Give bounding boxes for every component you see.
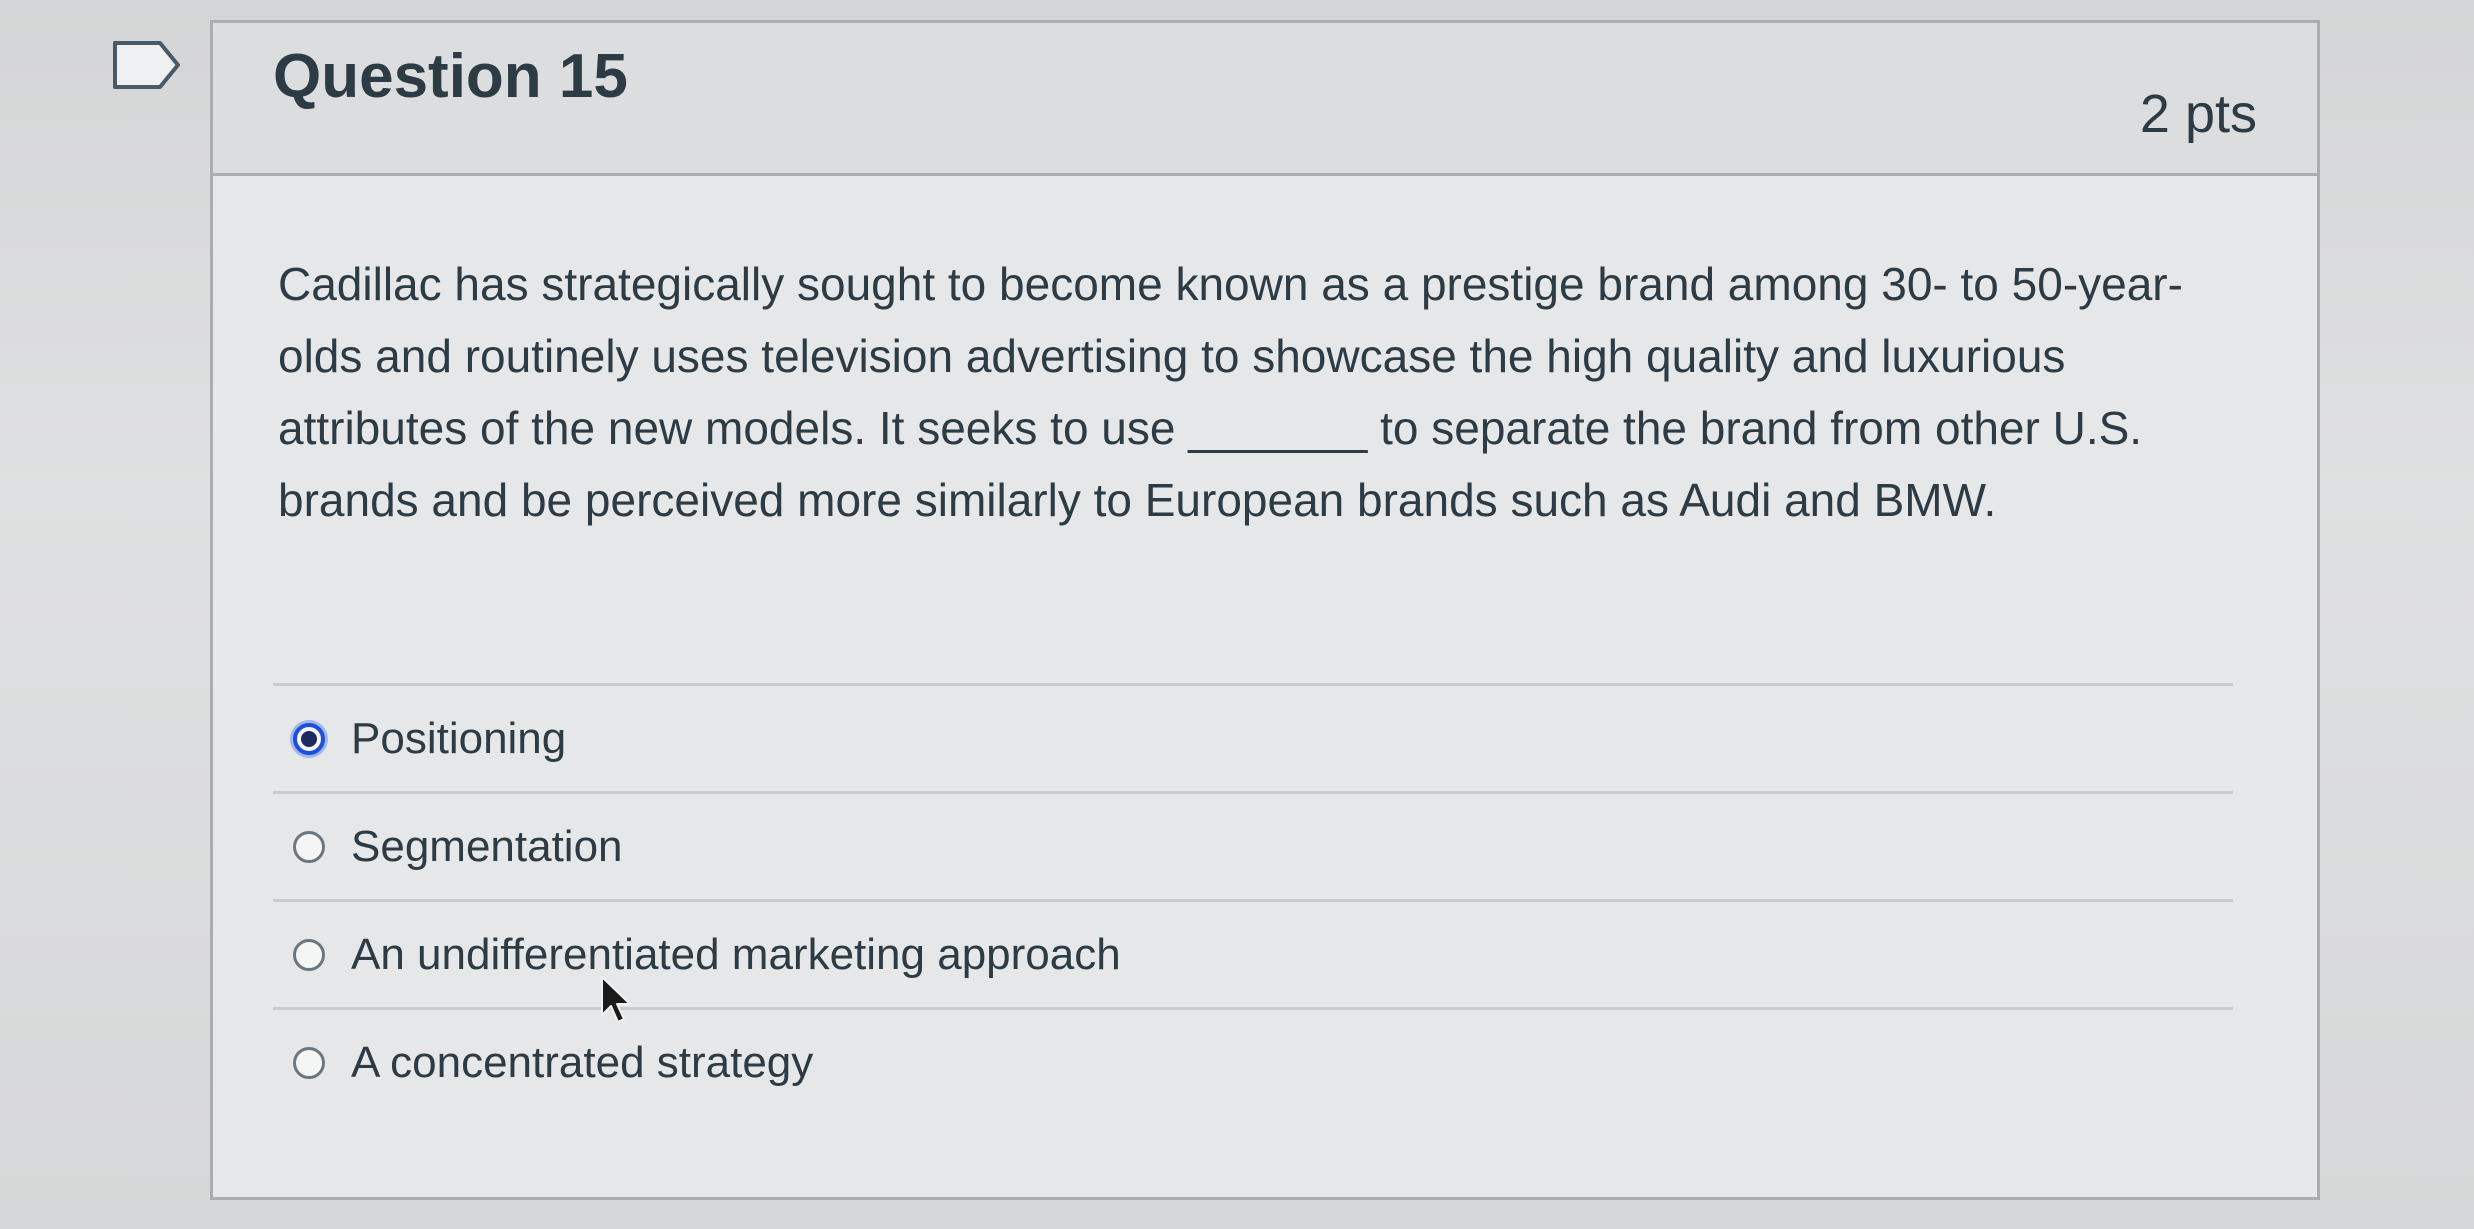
- question-points: 2 pts: [2139, 84, 2257, 144]
- question-card: Question 15 2 pts Cadillac has strategic…: [210, 20, 2320, 1200]
- radio-button-selected[interactable]: [293, 722, 325, 755]
- question-header: Question 15 2 pts: [213, 23, 2317, 176]
- quiz-screen: Question 15 2 pts Cadillac has strategic…: [0, 0, 2474, 1229]
- answer-label: Segmentation: [351, 821, 623, 871]
- radio-button[interactable]: [293, 938, 325, 971]
- answer-label: An undifferentiated marketing approach: [351, 929, 1121, 979]
- answer-option[interactable]: An undifferentiated marketing approach: [273, 902, 2233, 1010]
- answer-label: A concentrated strategy: [351, 1037, 814, 1087]
- radio-button[interactable]: [293, 1046, 325, 1079]
- answer-label: Positioning: [351, 713, 567, 763]
- mouse-pointer-icon: [600, 975, 634, 1025]
- answer-list: Positioning Segmentation An undifferenti…: [273, 683, 2233, 1115]
- question-title: Question 15: [273, 42, 628, 111]
- answer-option[interactable]: Segmentation: [273, 794, 2233, 902]
- answer-option[interactable]: Positioning: [273, 686, 2233, 794]
- answer-option[interactable]: A concentrated strategy: [273, 1010, 2233, 1115]
- radio-button[interactable]: [293, 830, 325, 863]
- flag-icon[interactable]: [112, 40, 182, 90]
- question-text: Cadillac has strategically sought to bec…: [278, 258, 2183, 526]
